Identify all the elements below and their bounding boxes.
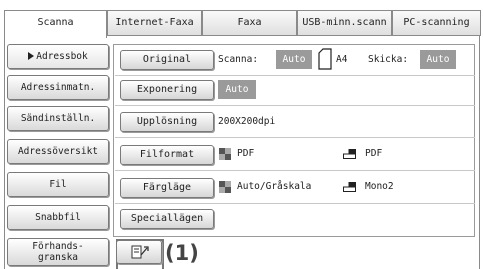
sidebar-item-adressoversikt[interactable]: Adressöversikt	[7, 139, 109, 164]
color-mode-value: Auto/Gråskala	[237, 181, 312, 192]
selected-arrow-icon	[28, 51, 35, 60]
scan-label: Scanna:	[218, 54, 259, 65]
paper-orientation-icon	[318, 48, 332, 70]
send-value-badge: Auto	[420, 50, 456, 69]
color-file-format-value: PDF	[237, 148, 255, 159]
divider	[115, 203, 475, 204]
resolution-value: 200X200dpi	[218, 116, 276, 127]
paper-size-value: A4	[336, 54, 348, 65]
settings-panel: Original Scanna: Auto A4 Skicka: Auto Ex…	[113, 44, 475, 237]
divider	[115, 75, 475, 76]
send-label: Skicka:	[368, 54, 409, 65]
color-mode-button[interactable]: Färgläge	[120, 178, 214, 198]
mono-mode-icon	[343, 182, 356, 192]
sidebar-item-forhandsgranska[interactable]: Förhands- granska	[7, 238, 109, 266]
divider	[115, 137, 475, 138]
color-mode-icon	[219, 148, 231, 160]
divider	[115, 105, 475, 106]
sidebar-item-adressinmatn[interactable]: Adressinmatn.	[7, 75, 109, 100]
preview-scan-icon	[131, 245, 149, 259]
tab-internet-faxa[interactable]: Internet-Faxa	[107, 10, 202, 36]
divider	[115, 170, 475, 171]
mono-mode-value: Mono2	[365, 181, 394, 192]
sidebar-item-label: Adressbok	[36, 51, 88, 62]
resolution-button[interactable]: Upplösning	[120, 112, 214, 132]
original-button[interactable]: Original	[120, 50, 214, 70]
tab-usb-minn-scann[interactable]: USB-minn.scann	[297, 10, 392, 36]
sidebar-item-snabbfil[interactable]: Snabbfil	[7, 205, 109, 230]
tab-scanna[interactable]: Scanna	[4, 10, 107, 38]
scan-value-badge: Auto	[276, 50, 312, 69]
tab-pc-scanning[interactable]: PC-scanning	[392, 10, 481, 36]
preview-scan-button[interactable]	[116, 240, 162, 264]
exposure-button[interactable]: Exponering	[120, 80, 214, 100]
mode-tabs: Scanna Internet-Faxa Faxa USB-minn.scann…	[4, 10, 481, 38]
sidebar-item-sandinstalln[interactable]: Sändinställn.	[7, 106, 109, 131]
special-modes-button[interactable]: Speciallägen	[120, 209, 214, 229]
sidebar-item-label-line2: granska	[37, 252, 79, 263]
sidebar-item-label-line1: Förhands-	[32, 241, 84, 252]
mono-mode-icon	[343, 149, 356, 159]
file-format-button[interactable]: Filformat	[120, 145, 214, 165]
callout-bracket	[162, 240, 164, 269]
color-mode-icon	[219, 181, 231, 193]
callout-label: (1)	[165, 241, 199, 265]
sidebar-item-fil[interactable]: Fil	[7, 172, 109, 197]
exposure-value-badge: Auto	[218, 80, 256, 99]
mono-file-format-value: PDF	[365, 148, 383, 159]
tab-faxa[interactable]: Faxa	[202, 10, 297, 36]
sidebar-item-adressbok[interactable]: Adressbok	[7, 44, 109, 69]
